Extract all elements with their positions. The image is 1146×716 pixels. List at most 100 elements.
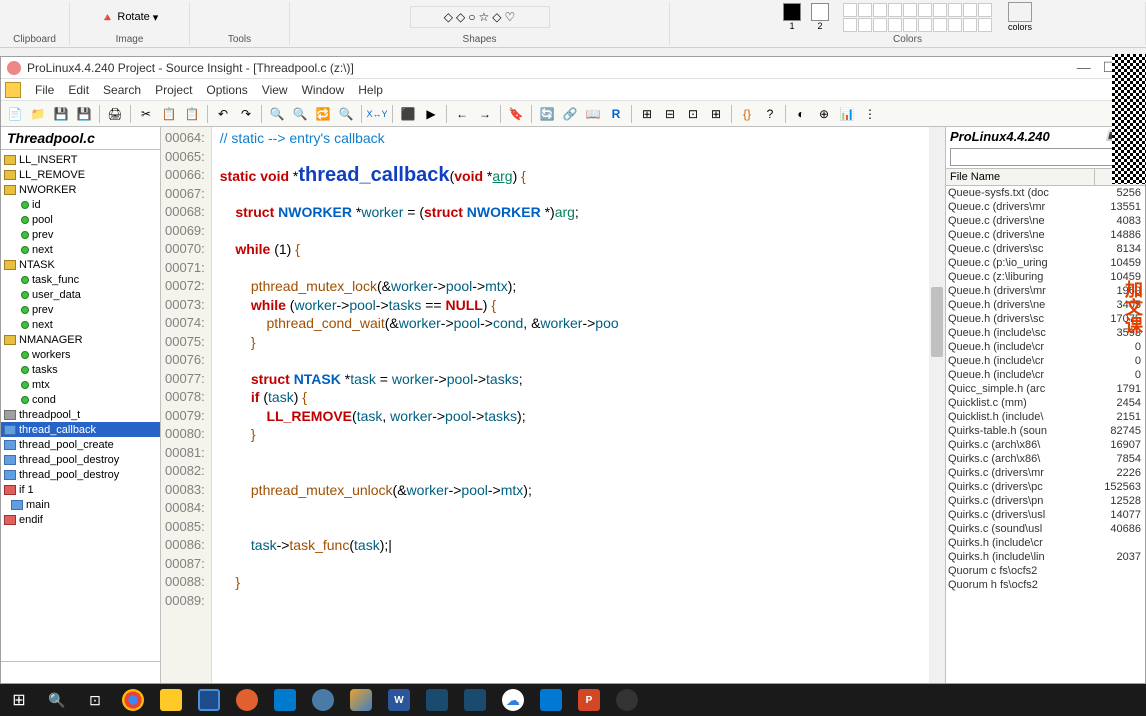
file-row[interactable]: Quorum c fs\ocfs2 — [946, 564, 1145, 578]
menu-file[interactable]: File — [35, 83, 54, 97]
code-line[interactable]: // static --> entry's callback — [220, 129, 945, 148]
code-line[interactable] — [220, 499, 945, 518]
symbol-item[interactable]: if 1 — [1, 482, 160, 497]
symbol-item[interactable]: workers — [1, 347, 160, 362]
file-list[interactable]: Queue-sysfs.txt (doc5256Queue.c (drivers… — [946, 186, 1145, 683]
tb-stop-icon[interactable]: ⬛ — [398, 104, 418, 124]
col-filename[interactable]: File Name — [946, 169, 1095, 185]
code-line[interactable]: } — [220, 573, 945, 592]
code-line[interactable]: } — [220, 425, 945, 444]
tb-new-icon[interactable]: 📄 — [5, 104, 25, 124]
file-row[interactable]: Quirks.c (drivers\mr2226 — [946, 466, 1145, 480]
tb-findnext-icon[interactable]: 🔍 — [290, 104, 310, 124]
tb-misc4-icon[interactable]: ⋮ — [860, 104, 880, 124]
file-row[interactable]: Queue.c (p:\io_uring10459 — [946, 256, 1145, 270]
code-body[interactable]: // static --> entry's callbackstatic voi… — [212, 127, 945, 683]
tb-book-icon[interactable]: 📖 — [583, 104, 603, 124]
symbol-item[interactable]: LL_REMOVE — [1, 167, 160, 182]
color-1[interactable] — [783, 3, 801, 21]
code-line[interactable]: if (task) { — [220, 388, 945, 407]
symbol-item[interactable]: threadpool_t — [1, 407, 160, 422]
code-line[interactable]: pthread_mutex_unlock(&worker->pool->mtx)… — [220, 481, 945, 500]
tb-layout1-icon[interactable]: ⊞ — [637, 104, 657, 124]
file-row[interactable]: Queue.h (include\cr0 — [946, 340, 1145, 354]
tb-cut-icon[interactable]: ✂ — [136, 104, 156, 124]
symbol-item[interactable]: next — [1, 317, 160, 332]
code-line[interactable]: while (worker->pool->tasks == NULL) { — [220, 296, 945, 315]
tb-link-icon[interactable]: 🔗 — [560, 104, 580, 124]
edit-colors-button[interactable] — [1008, 2, 1032, 22]
menu-edit[interactable]: Edit — [68, 83, 89, 97]
file-row[interactable]: Queue.c (z:\liburing10459 — [946, 270, 1145, 284]
taskbar-word[interactable]: W — [384, 686, 414, 714]
tb-help-icon[interactable]: ? — [760, 104, 780, 124]
color-2[interactable] — [811, 3, 829, 21]
taskbar-powerpoint[interactable]: P — [574, 686, 604, 714]
code-line[interactable]: pthread_mutex_lock(&worker->pool->mtx); — [220, 277, 945, 296]
tb-misc1-icon[interactable]: ◐ — [791, 104, 811, 124]
menu-view[interactable]: View — [262, 83, 288, 97]
symbol-item[interactable]: thread_pool_destroy — [1, 452, 160, 467]
symbol-item[interactable]: cond — [1, 392, 160, 407]
menu-options[interactable]: Options — [206, 83, 247, 97]
taskbar-app3[interactable] — [422, 686, 452, 714]
file-row[interactable]: Quirks-table.h (soun82745 — [946, 424, 1145, 438]
symbol-item[interactable]: task_func — [1, 272, 160, 287]
editor-scrollbar[interactable] — [929, 127, 945, 683]
tb-open-icon[interactable]: 📁 — [28, 104, 48, 124]
tb-misc3-icon[interactable]: 📊 — [837, 104, 857, 124]
search-button[interactable]: 🔍 — [42, 686, 72, 714]
file-row[interactable]: Quirks.c (drivers\pc152563 — [946, 480, 1145, 494]
file-row[interactable]: Quorum h fs\ocfs2 — [946, 578, 1145, 592]
shapes-gallery[interactable]: ◇◇○☆◇♡ — [410, 6, 550, 28]
code-line[interactable]: LL_REMOVE(task, worker->pool->tasks); — [220, 407, 945, 426]
symbol-item[interactable]: LL_INSERT — [1, 152, 160, 167]
file-row[interactable]: Quirks.c (arch\x86\7854 — [946, 452, 1145, 466]
code-line[interactable] — [220, 351, 945, 370]
symbol-item[interactable]: id — [1, 197, 160, 212]
scrollbar-thumb[interactable] — [931, 287, 943, 357]
symbol-item[interactable]: tasks — [1, 362, 160, 377]
menu-help[interactable]: Help — [358, 83, 383, 97]
menu-window[interactable]: Window — [302, 83, 345, 97]
tb-print-icon[interactable]: 🖨 — [105, 104, 125, 124]
taskbar-vscode[interactable] — [270, 686, 300, 714]
code-line[interactable] — [220, 518, 945, 537]
taskbar-obs[interactable] — [612, 686, 642, 714]
taskbar-app4[interactable] — [460, 686, 490, 714]
symbol-item[interactable]: thread_callback — [1, 422, 160, 437]
symbol-item[interactable]: thread_pool_destroy — [1, 467, 160, 482]
symbol-item[interactable]: thread_pool_create — [1, 437, 160, 452]
tb-layout2-icon[interactable]: ⊟ — [660, 104, 680, 124]
tb-copy-icon[interactable]: 📋 — [159, 104, 179, 124]
file-row[interactable]: Quicklist.h (include\2151 — [946, 410, 1145, 424]
file-row[interactable]: Quicklist.c (mm)2454 — [946, 396, 1145, 410]
taskbar-app1[interactable] — [232, 686, 262, 714]
menu-search[interactable]: Search — [103, 83, 141, 97]
code-line[interactable] — [220, 555, 945, 574]
tb-misc2-icon[interactable]: ⊕ — [814, 104, 834, 124]
file-row[interactable]: Queue.h (drivers\mr1969 — [946, 284, 1145, 298]
tb-paste-icon[interactable]: 📋 — [182, 104, 202, 124]
rotate-button[interactable]: 🔺 Rotate ▾ — [101, 11, 159, 24]
code-line[interactable]: pthread_cond_wait(&worker->pool->cond, &… — [220, 314, 945, 333]
code-line[interactable] — [220, 592, 945, 611]
file-row[interactable]: Queue.h (drivers\sc17075 — [946, 312, 1145, 326]
menu-project[interactable]: Project — [155, 83, 192, 97]
symbol-item[interactable]: NMANAGER — [1, 332, 160, 347]
symbol-item[interactable]: pool — [1, 212, 160, 227]
symbol-item[interactable]: main — [1, 497, 160, 512]
file-row[interactable]: Queue.h (include\sc3593 — [946, 326, 1145, 340]
color-palette[interactable] — [843, 3, 992, 32]
tb-find-icon[interactable]: 🔍 — [267, 104, 287, 124]
tb-sync-icon[interactable]: 🔄 — [537, 104, 557, 124]
symbol-item[interactable]: NWORKER — [1, 182, 160, 197]
symbol-item[interactable]: next — [1, 242, 160, 257]
tb-fwd-icon[interactable]: → — [475, 104, 495, 124]
file-row[interactable]: Queue.c (drivers\mr13551 — [946, 200, 1145, 214]
tb-layout3-icon[interactable]: ⊡ — [683, 104, 703, 124]
symbol-item[interactable]: endif — [1, 512, 160, 527]
code-line[interactable] — [220, 222, 945, 241]
tb-redo-icon[interactable]: ↷ — [236, 104, 256, 124]
taskbar-paint[interactable] — [346, 686, 376, 714]
